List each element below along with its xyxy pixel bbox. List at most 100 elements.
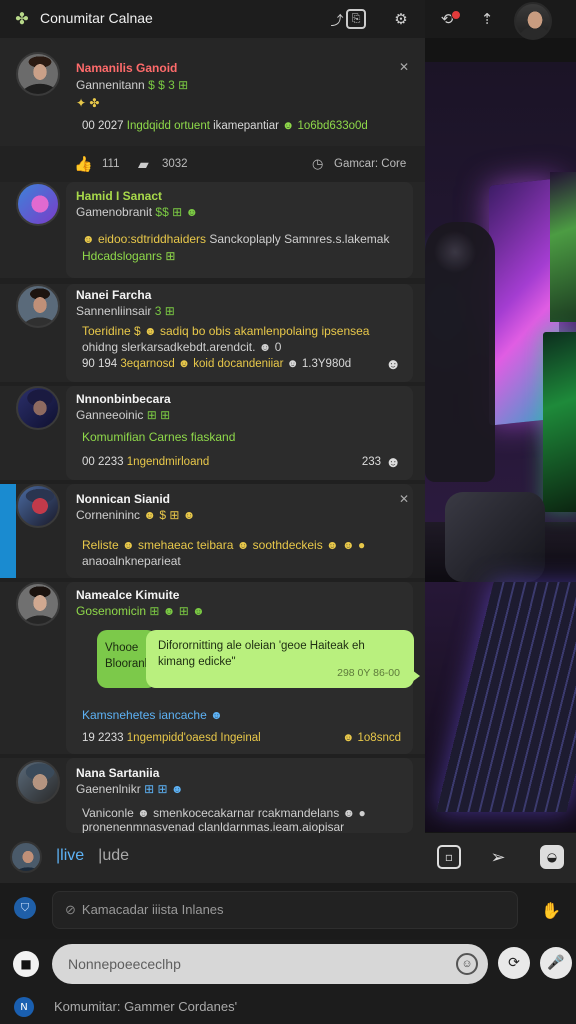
footer-bar: N Komumitar: Gammer Cordanes' [0,991,576,1024]
hand-icon[interactable]: ✋ [538,897,564,923]
selected-accent-bar [0,484,16,578]
avatar[interactable] [16,582,60,626]
bubble-text: Vhooe [105,642,139,654]
settings-icon[interactable]: ⚙ [390,8,412,30]
comment-icon[interactable]: ▰ [138,156,149,173]
stop-button[interactable]: ■ [13,951,39,977]
card-count: 233 [361,456,381,468]
community-logo-icon: ✤ [15,8,29,28]
close-icon[interactable]: ✕ [399,60,409,74]
scene-soldier [425,222,495,482]
top-bar: ✤ Conumitar Calnae ⤴ ⎘ ⚙ ⟲ ⇡ [0,0,576,40]
message-placeholder: Nonnepoeececlhp [68,956,181,972]
card-subtitle: Cornenininc ☻ $ ⊞ ☻ [76,508,196,522]
card-subtitle: Ganneeoinic ⊞ ⊞ [76,408,171,422]
scene-keyboard [436,582,576,812]
avatar[interactable] [16,484,60,528]
card-meta: 00 2233 1ngendmirloand [82,456,210,468]
card-text: Kamsnehetes iancache ☻ [82,708,223,722]
like-icon[interactable]: 👍 [74,155,93,173]
live-avatar[interactable] [10,841,42,873]
shield-icon: ⛉ [14,897,36,919]
card-text: Komumifian Carnes fiaskand [82,430,236,444]
send-icon[interactable]: ➢ [486,845,510,869]
card-author[interactable]: Nonnican Sianid [76,492,170,506]
app-title-group: ✤ Conumitar Calnae [12,8,153,28]
footer-text: Komumitar: Gammer Cordanes' [54,999,238,1014]
card-text: Toeridine $ ☻ sadiq bo obis akamlenpolai… [82,324,370,338]
card-meta-right: ☻ 1o8sncd [342,732,401,744]
scene-controller [445,492,545,582]
card-meta: 00 2027 Ingdqidd ortuent ikamepantiar ☻ … [82,120,368,132]
bubble-line-1: Diforornitting ale oleian 'geoe Haiteak … [158,640,365,652]
community-badge-icon: N [14,997,34,1017]
notification-dot [451,10,461,20]
card-meta: 19 2233 1ngempidd'oaesd Ingeinal [82,732,261,744]
card-author[interactable]: Hamid I Sanact [76,189,162,203]
react-icon[interactable]: ☻ [385,454,401,471]
scene-monitor-green [543,332,576,512]
avatar[interactable] [16,386,60,430]
card-text-2: pronenenmnasvenad clanldarnmas.ieam.aiop… [82,820,345,833]
comment-label[interactable]: Gamcar: Core [334,158,406,170]
avatar[interactable] [16,284,60,328]
card-text: Vaniconle ☻ smenkocecakarnar rcakmandela… [82,806,366,820]
avatar[interactable] [16,182,60,226]
card-author[interactable]: Nanei Farcha [76,288,151,302]
info-field-icon: ⊘ [65,902,76,917]
card-text-2: anaoalnkneparieat [82,554,181,568]
message-input[interactable]: Nonnepoeececlhp ☺ [52,944,488,984]
card-author[interactable]: Namealce Kimuite [76,588,179,602]
mute-icon[interactable]: ⤴ [326,8,348,30]
image-icon[interactable]: ◒ [540,845,564,869]
avatar[interactable] [16,760,60,804]
card-author[interactable]: Nana Sartaniia [76,766,159,780]
card-text-2: ohidng slerkarsadkebdt.arendcit. ☻ 0 [82,340,282,354]
card-text: ☻ eidoo:sdtriddhaiders Sanckoplaply Samn… [82,232,390,246]
card-text-tags: Hdcadsloganrs ⊞ [82,249,176,263]
feed-card[interactable]: Nnnonbinbecara Ganneeoinic ⊞ ⊞ Komumifia… [0,386,425,480]
edit-icon[interactable]: ⎘ [346,9,366,29]
feed-card[interactable]: Nanei Farcha Sannenliinsair 3 ⊞ Toeridin… [0,284,425,382]
feed-card[interactable]: Namanilis Ganoid Gannenitann $ $ 3 ⊞ ✦ ✤… [0,38,425,146]
clock-icon: ◷ [312,156,324,171]
comment-count: 3032 [162,158,188,170]
profile-avatar[interactable] [514,2,552,40]
composer-row: ■ Nonnepoeececlhp ☺ ⟳ 🎤 [0,939,576,991]
post-action-row: 👍 111 ▰ 3032 ◷ Gamcar: Core [0,146,425,182]
react-icon[interactable]: ☻ [385,356,401,373]
live-bar: |live |ude ▫ ➢ ◒ [0,833,576,883]
card-text: Reliste ☻ smehaeac teibara ☻ soothdeckei… [82,538,366,552]
card-author[interactable]: Namanilis Ganoid [76,61,177,75]
card-author[interactable]: Nnnonbinbecara [76,392,171,406]
upload-icon[interactable]: ⇡ [476,8,498,30]
background-game-scene [425,62,576,832]
feed-card[interactable]: Hamid I Sanact Gamenobranit $$ ⊞ ☻ ☻ eid… [0,182,425,278]
bottom-panel: |live |ude ▫ ➢ ◒ ⛉ ⊘ Kamacadar iiista Inl… [0,833,576,1024]
tab-other[interactable]: |ude [98,847,129,865]
like-count: 111 [102,158,120,170]
scene-monitor-side [550,172,576,322]
info-field[interactable]: ⊘ Kamacadar iiista Inlanes [52,891,518,929]
card-reactions: ✦ ✤ [76,96,100,110]
card-subtitle: Gosenomicin ⊞ ☻ ⊞ ☻ [76,604,205,618]
card-subtitle: Gaenenlnikr ⊞ ⊞ ☻ [76,782,184,796]
edit-icon[interactable]: ▫ [437,845,461,869]
avatar[interactable] [16,52,60,96]
card-meta: 90 194 3eqarnosd ☻ koid docandeniiar ☻ 1… [82,358,352,370]
refresh-button[interactable]: ⟳ [498,947,530,979]
card-subtitle: Sannenliinsair 3 ⊞ [76,304,175,318]
app-title: Conumitar Calnae [40,10,153,26]
chat-bubble-main[interactable]: Diforornitting ale oleian 'geoe Haiteak … [146,630,420,688]
tab-live[interactable]: |live [56,847,84,865]
card-subtitle: Gannenitann $ $ 3 ⊞ [76,78,189,92]
bubble-timestamp: 298 0Y 86-00 [337,667,400,679]
voice-button[interactable]: 🎤 [540,947,572,979]
info-field-text: Kamacadar iiista Inlanes [81,902,224,917]
info-row: ⛉ ⊘ Kamacadar iiista Inlanes ✋ [0,883,576,939]
feed-card-selected[interactable]: Nonnican Sianid Cornenininc ☻ $ ⊞ ☻ Reli… [0,484,425,578]
close-icon[interactable]: ✕ [399,492,409,506]
emoji-icon[interactable]: ☺ [456,953,478,975]
feed-card[interactable]: Nana Sartaniia Gaenenlnikr ⊞ ⊞ ☻ Vanicon… [0,758,425,833]
community-feed: Namanilis Ganoid Gannenitann $ $ 3 ⊞ ✦ ✤… [0,38,425,833]
